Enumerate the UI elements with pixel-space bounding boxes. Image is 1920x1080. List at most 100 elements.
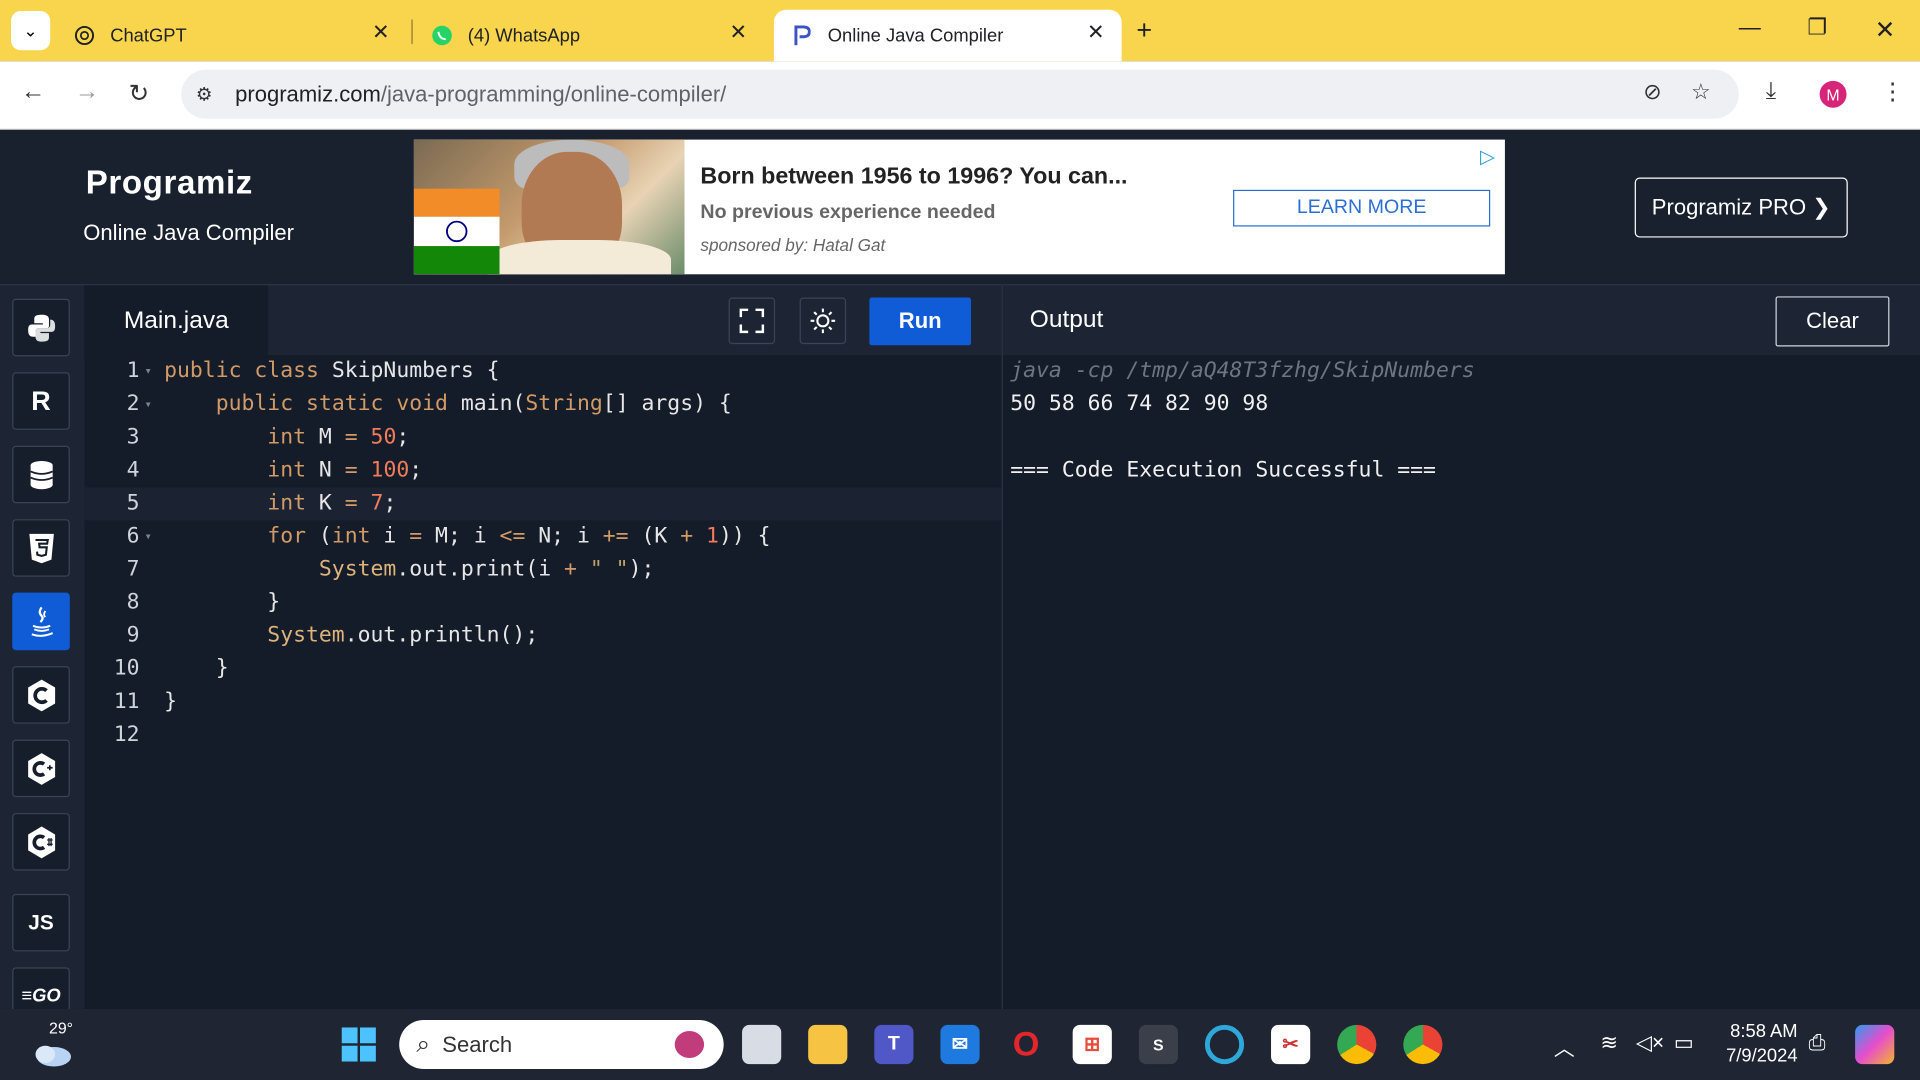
sidebar-item-cpp[interactable] <box>12 739 70 798</box>
menu-kebab-icon[interactable]: ⋮ <box>1881 78 1904 106</box>
ad-sponsor: sponsored by: Hatal Gat <box>700 235 886 255</box>
tab-title: Online Java Compiler <box>827 25 1004 46</box>
code-line[interactable]: 8 } <box>84 587 1001 620</box>
volume-muted-icon[interactable]: ◁× <box>1636 1031 1664 1055</box>
code-line[interactable]: 1 ▾ public class SkipNumbers { <box>84 355 1001 388</box>
search-placeholder: Search <box>442 1031 513 1057</box>
copilot-icon[interactable] <box>1855 1024 1895 1065</box>
programiz-pro-button[interactable]: Programiz PRO ❯ <box>1634 177 1848 238</box>
output-panel: Output Clear java -cp /tmp/aQ48T3fzhg/Sk… <box>1001 284 1920 1009</box>
battery-icon[interactable]: ▭ <box>1674 1031 1694 1055</box>
sidebar-item-javascript[interactable]: JS <box>12 893 70 952</box>
url-text[interactable]: programiz.com/java-programming/online-co… <box>235 82 726 108</box>
notification-icon[interactable]: ⎙ <box>1809 1031 1826 1055</box>
fullscreen-icon <box>739 308 765 334</box>
browser-toolbar: ← → ↻ ⚙ programiz.com/java-programming/o… <box>0 61 1920 130</box>
microsoft-store-icon[interactable]: ⊞ <box>1072 1024 1112 1065</box>
adchoices-icon[interactable]: ▷ <box>1480 144 1495 168</box>
r-icon: R <box>31 385 51 416</box>
file-explorer-icon[interactable] <box>808 1024 848 1065</box>
back-icon[interactable]: ← <box>21 78 45 106</box>
code-line[interactable]: 12 <box>84 719 1001 752</box>
ad-title[interactable]: Born between 1956 to 1996? You can... <box>700 164 1127 191</box>
html5-icon <box>28 533 54 563</box>
opera-icon[interactable]: O <box>1007 1025 1046 1064</box>
programiz-logo[interactable]: Programiz <box>86 164 253 202</box>
code-line[interactable]: 6 ▾ for (int i = M; i <= N; i += (K + 1))… <box>84 520 1001 553</box>
tracking-protection-icon[interactable]: ⊘ <box>1643 80 1661 106</box>
address-bar[interactable]: ⚙ programiz.com/java-programming/online-… <box>181 69 1739 119</box>
code-line[interactable]: 10 } <box>84 653 1001 686</box>
windows-start-icon[interactable] <box>340 1026 377 1063</box>
code-line[interactable]: 11} <box>84 686 1001 719</box>
output-console[interactable]: java -cp /tmp/aQ48T3fzhg/SkipNumbers 50 5… <box>1010 355 1474 487</box>
windows-taskbar: 29° ⌕ Search T ✉ O ⊞ S ✂ ︿ ≋ ◁× ▭ 8:58 A… <box>0 1008 1920 1080</box>
page-subtitle: Online Java Compiler <box>83 220 294 245</box>
sidebar-item-csharp[interactable] <box>12 813 70 871</box>
python-icon <box>27 314 55 342</box>
tab-divider <box>411 19 413 45</box>
output-result: 50 58 66 74 82 90 98 <box>1010 391 1269 417</box>
advertisement-banner[interactable]: Born between 1956 to 1996? You can... No… <box>413 139 1505 275</box>
code-line[interactable]: 7 System.out.print(i + " "); <box>84 553 1001 586</box>
code-area[interactable]: 1 ▾ public class SkipNumbers { 2 ▾ public s… <box>84 355 1002 752</box>
teams-icon[interactable]: T <box>874 1024 914 1065</box>
search-icon: ⌕ <box>416 1030 431 1058</box>
restore-icon[interactable]: ❐ <box>1807 15 1827 41</box>
tab-chatgpt[interactable]: ChatGPT ✕ <box>59 10 407 61</box>
taskbar-search[interactable]: ⌕ Search <box>399 1020 724 1069</box>
tab-online-java-compiler[interactable]: Online Java Compiler ✕ <box>773 9 1122 62</box>
tab-whatsapp[interactable]: (4) WhatsApp ✕ <box>416 10 764 61</box>
fold-arrow-icon[interactable]: ▾ <box>144 388 151 421</box>
language-sidebar: R JS ≡GO <box>0 284 85 1025</box>
bookmark-star-icon[interactable]: ☆ <box>1691 80 1711 106</box>
c-icon <box>27 678 55 711</box>
clear-button[interactable]: Clear <box>1775 296 1890 347</box>
mail-icon[interactable]: ✉ <box>940 1024 980 1065</box>
site-info-icon[interactable]: ⚙ <box>196 83 212 105</box>
sidebar-item-html[interactable] <box>12 519 70 577</box>
fold-arrow-icon[interactable]: ▾ <box>144 520 151 553</box>
tab-search-button[interactable]: ⌄ <box>11 11 51 51</box>
show-hidden-icons-chevron-icon[interactable]: ︿ <box>1554 1031 1575 1062</box>
cpp-icon <box>27 752 55 785</box>
wifi-icon[interactable]: ≋ <box>1600 1031 1617 1055</box>
profile-avatar[interactable]: M <box>1819 80 1847 108</box>
fullscreen-button[interactable] <box>728 297 776 345</box>
sidebar-item-r[interactable]: R <box>12 372 70 430</box>
minimize-icon[interactable]: — <box>1739 15 1761 41</box>
fold-arrow-icon[interactable]: ▾ <box>144 355 151 388</box>
code-line[interactable]: 2 ▾ public static void main(String[] args… <box>84 388 1001 421</box>
sidebar-item-python[interactable] <box>12 298 70 357</box>
whatsapp-icon <box>431 24 453 46</box>
output-title: Output <box>1029 306 1104 334</box>
programiz-icon <box>791 24 813 46</box>
download-icon[interactable]: ⤓ <box>1766 78 1776 105</box>
code-line-active[interactable]: 5 int K = 7; <box>84 487 1002 521</box>
learn-more-button[interactable]: LEARN MORE <box>1233 189 1491 227</box>
code-line[interactable]: 9 System.out.println(); <box>84 620 1001 653</box>
reload-icon[interactable]: ↻ <box>129 78 150 109</box>
close-tab-icon[interactable]: ✕ <box>1087 21 1104 45</box>
chrome-active-icon[interactable] <box>1403 1024 1443 1065</box>
close-tab-icon[interactable]: ✕ <box>372 21 389 45</box>
run-button[interactable]: Run <box>869 297 972 346</box>
task-view-icon[interactable] <box>742 1024 782 1065</box>
forward-icon[interactable]: → <box>75 78 99 106</box>
chrome-profile-icon[interactable] <box>1337 1024 1377 1065</box>
editor-toolbar: Main.java Run <box>84 284 1002 357</box>
code-line[interactable]: 3 int M = 50; <box>84 421 1001 454</box>
theme-toggle-button[interactable] <box>799 297 847 345</box>
app-s-icon[interactable]: S <box>1138 1024 1178 1065</box>
close-window-icon[interactable]: ✕ <box>1875 15 1896 46</box>
edge-icon[interactable] <box>1204 1024 1245 1065</box>
new-tab-button[interactable]: + <box>1136 15 1152 47</box>
code-line[interactable]: 4 int N = 100; <box>84 454 1001 487</box>
system-clock[interactable]: 8:58 AM 7/9/2024 <box>1719 1020 1797 1069</box>
sidebar-item-c[interactable] <box>12 666 70 724</box>
snipping-tool-icon[interactable]: ✂ <box>1271 1024 1311 1065</box>
sidebar-item-sql[interactable] <box>12 445 70 504</box>
sidebar-item-java[interactable] <box>12 592 70 651</box>
file-tab-main-java[interactable]: Main.java <box>84 285 269 357</box>
close-tab-icon[interactable]: ✕ <box>729 21 746 45</box>
